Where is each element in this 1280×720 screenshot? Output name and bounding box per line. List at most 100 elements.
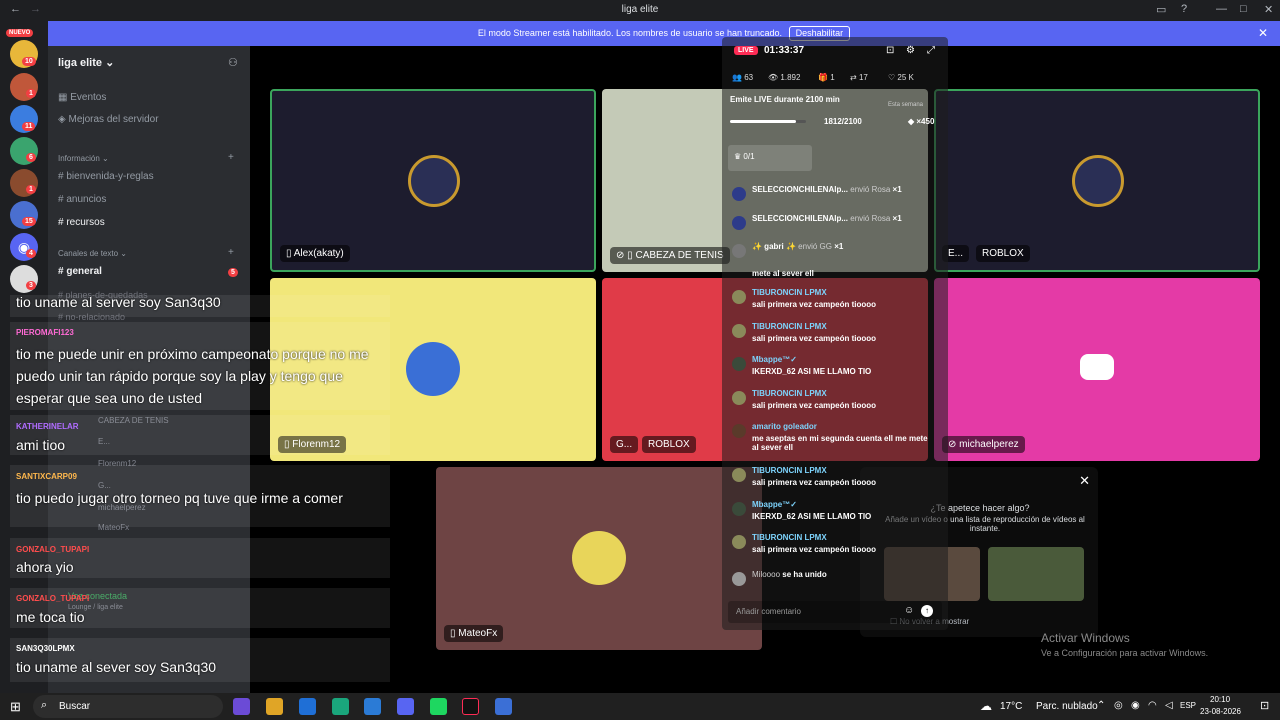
category-info[interactable]: Información ⌄ <box>58 154 109 163</box>
comment-user: Miloooo <box>752 570 781 579</box>
channel-item-general[interactable]: # general <box>58 262 238 282</box>
chevron-down-icon: ⌄ <box>105 57 115 69</box>
category-label: Información <box>58 154 100 163</box>
send-icon[interactable]: ↑ <box>921 605 933 617</box>
gear-icon[interactable]: ⚙ <box>906 45 915 56</box>
clock-time[interactable]: 20:10 <box>1210 695 1230 704</box>
avatar <box>732 502 746 516</box>
clock-date[interactable]: 23-08-2026 <box>1200 707 1241 716</box>
avatar <box>732 324 746 338</box>
roblox-icon[interactable] <box>495 698 512 715</box>
avatar <box>732 187 746 201</box>
server-badge: 4 <box>26 249 36 258</box>
inbox-icon[interactable]: ▭ <box>1156 3 1166 16</box>
sidebar-item-label: Eventos <box>70 92 107 103</box>
avatar <box>732 535 746 549</box>
wifi-icon[interactable]: ◠ <box>1148 700 1157 711</box>
comment-user: ✨ gabri ✨ <box>752 242 796 251</box>
sidebar-item-boosts[interactable]: ◈ Mejoras del servidor <box>58 110 238 130</box>
store-icon[interactable] <box>364 698 381 715</box>
tile-label: ▯ Alex(akaty) <box>280 245 350 262</box>
live-badge: LIVE <box>734 46 758 55</box>
search-box[interactable]: ⌕ Buscar <box>33 695 223 718</box>
category-text[interactable]: Canales de texto ⌄ <box>58 249 127 258</box>
video-tile[interactable]: ▯ MateoFx <box>436 467 762 650</box>
tray-icon[interactable]: ◉ <box>1131 700 1140 711</box>
mobile-icon: ▯ <box>627 250 633 261</box>
language-indicator[interactable]: ESP <box>1180 701 1196 710</box>
close-window-icon[interactable]: ✕ <box>1264 3 1273 16</box>
gift-count: ×1 <box>834 242 844 251</box>
server-badge: 1 <box>26 89 36 98</box>
live-timer: 01:33:37 <box>764 45 805 56</box>
chat-username: SANTIXCARP09 <box>16 472 77 481</box>
video-tile[interactable]: ⊘ michaelperez <box>934 278 1260 461</box>
tile-label: ⊘ ▯ CABEZA DE TENIS <box>610 247 730 264</box>
goal-period: Esta semana <box>888 102 924 108</box>
overlay-chat: tio uname al server soy San3q30 PIEROMAF… <box>0 290 390 690</box>
chat-bg <box>10 415 390 455</box>
copilot-icon[interactable] <box>233 698 250 715</box>
chat-message: me toca tio <box>16 609 85 625</box>
emoji-icon[interactable]: ☺ <box>904 605 914 616</box>
tiktok-icon[interactable] <box>462 698 479 715</box>
live-panel: LIVE 01:33:37 ⊡ ⚙ ⤢ 👥 63 👁 1.892 🎁 1 ⇄ 1… <box>722 37 948 630</box>
comment: TIBURONCIN LPMX sali primera vez campeón … <box>732 288 942 309</box>
maximize-icon[interactable]: □ <box>1240 3 1247 15</box>
close-icon[interactable]: ✕ <box>1079 473 1090 489</box>
channel-item[interactable]: # anuncios <box>58 190 238 210</box>
channel-item[interactable]: # recursos <box>58 213 238 233</box>
counter-value: 0/1 <box>743 152 755 161</box>
channel-label: recursos <box>66 217 105 228</box>
goal-progress: 1812/2100 <box>824 117 862 126</box>
notifications-icon[interactable]: ⊡ <box>1260 699 1269 712</box>
close-icon[interactable]: ✕ <box>1258 21 1268 46</box>
comment: mete al sever ell <box>732 269 942 278</box>
add-channel-icon[interactable]: + <box>228 247 234 258</box>
chat-username: KATHERINELAR <box>16 422 79 431</box>
user-avatar <box>572 531 626 585</box>
windows-start-icon[interactable]: ⊞ <box>10 699 21 715</box>
outlook-icon[interactable] <box>299 698 316 715</box>
chevron-up-icon[interactable]: ⌃ <box>1097 700 1105 711</box>
add-channel-icon[interactable]: + <box>228 152 234 163</box>
minimize-icon[interactable]: — <box>1216 3 1227 15</box>
avatar <box>732 572 746 586</box>
tray-icon[interactable]: ◎ <box>1114 700 1123 711</box>
user-avatar <box>1072 155 1124 207</box>
comment-user: amarito goleador <box>752 422 817 431</box>
comment-text: sali primera vez campeón tioooo <box>752 401 877 410</box>
comment-text: sali primera vez campeón tioooo <box>752 334 877 343</box>
unread-badge: 5 <box>228 268 238 277</box>
mobile-icon: ▯ <box>450 628 456 639</box>
video-tile[interactable]: ▯ Alex(akaty) <box>270 89 596 272</box>
server-badge: 15 <box>22 217 36 226</box>
weather-temp[interactable]: 17°C <box>1000 701 1022 712</box>
file-explorer-icon[interactable] <box>266 698 283 715</box>
edge-icon[interactable] <box>332 698 349 715</box>
weather-icon: ☁ <box>980 699 992 713</box>
app-icon[interactable] <box>430 698 447 715</box>
comment-text: sali primera vez campeón tioooo <box>752 300 877 309</box>
comment-text: envió GG <box>798 242 832 251</box>
goal-progress-fill <box>730 120 796 123</box>
volume-icon[interactable]: ◁ <box>1165 700 1173 711</box>
add-member-icon[interactable]: ⚇ <box>228 56 238 69</box>
help-icon[interactable]: ? <box>1181 3 1187 15</box>
comment-text: sali primera vez campeón tioooo <box>752 478 877 487</box>
activity-name: ROBLOX <box>982 248 1024 259</box>
video-thumbnail[interactable] <box>988 547 1084 601</box>
activate-windows-title: Activar Windows <box>1041 631 1130 645</box>
video-tile[interactable]: E... ROBLOX <box>934 89 1260 272</box>
discord-app-icon[interactable] <box>397 698 414 715</box>
expand-icon[interactable]: ⤢ <box>927 45 935 56</box>
counter-chip[interactable]: ♛ 0/1 <box>728 145 812 171</box>
server-name[interactable]: liga elite ⌄ <box>58 56 114 69</box>
lock-icon[interactable]: ⊡ <box>886 45 894 56</box>
sidebar-item-events[interactable]: ▦ Eventos <box>58 88 238 108</box>
channel-item[interactable]: # bienvenida-y-reglas <box>58 167 238 187</box>
comment-user: TIBURONCIN LPMX <box>752 322 827 331</box>
comment-input[interactable]: Añadir comentario ☺ ↑ <box>728 601 942 623</box>
tile-name: CABEZA DE TENIS <box>635 250 724 261</box>
server-badge: 3 <box>26 281 36 290</box>
